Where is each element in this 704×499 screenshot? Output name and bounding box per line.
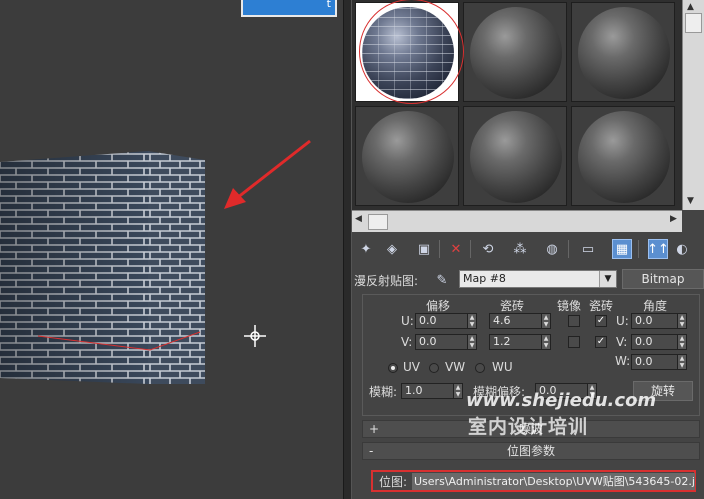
v-offset-value: 0.0 [419, 335, 437, 348]
highlight-circle [359, 0, 464, 104]
vw-label: VW [445, 360, 466, 374]
bitmap-params-collapse-icon[interactable]: - [369, 443, 373, 459]
w-angle-spinner[interactable]: 0.0 ▲ ▼ [631, 354, 687, 370]
v-angle-label: V: [616, 335, 628, 349]
blur-spinner[interactable]: 1.0 ▲ ▼ [401, 383, 463, 399]
u-offset-spinner[interactable]: 0.0 ▲ ▼ [415, 313, 477, 329]
tiling-header: 瓷砖 [500, 299, 525, 313]
u-tile-checkbox[interactable]: ✓ [595, 315, 607, 327]
move-cursor-icon [244, 325, 266, 347]
brick-side-face [148, 151, 205, 384]
put-to-library-icon[interactable]: ⁂ [510, 239, 530, 259]
panel-divider[interactable] [343, 0, 352, 499]
put-to-scene-icon[interactable]: ◈ [382, 239, 402, 259]
red-arrow-head [224, 188, 246, 209]
vertical-scroll-thumb[interactable] [685, 13, 702, 33]
delete-icon[interactable]: ✕ [446, 239, 466, 259]
material-slot-3[interactable] [571, 2, 675, 102]
red-arrow-shaft [236, 139, 311, 200]
offset-header: 偏移 [426, 299, 451, 313]
tile-header: 瓷砖 [589, 299, 614, 313]
material-toolbar: ✦ ◈ ▣ ✕ ⟲ ⁂ ◍ ▭ ▦ ↑↑ ◐ [352, 236, 704, 264]
bitmap-params-rollout-title: 位图参数 [506, 444, 555, 458]
map-type-button[interactable]: Bitmap [622, 269, 704, 289]
v-tiling-value: 1.2 [493, 335, 511, 348]
scroll-up-icon[interactable]: ▲ [687, 2, 694, 12]
v-angle-value: 0.0 [635, 335, 653, 348]
go-forward-icon[interactable]: ◐ [672, 239, 692, 259]
viewport-3d[interactable]: t [0, 0, 343, 499]
bitmap-path-button[interactable]: Users\Administrator\Desktop\UVW贴图\543645… [412, 473, 695, 490]
map-name-dropdown[interactable]: Map #8 ▼ [459, 270, 617, 288]
v-tiling-spinner[interactable]: 1.2 ▲ ▼ [489, 334, 551, 350]
material-slot-5[interactable] [463, 106, 567, 206]
slots-vertical-scrollbar[interactable]: ▲ ▼ [682, 0, 704, 210]
noise-expand-icon[interactable]: + [369, 421, 379, 437]
v-tile-checkbox[interactable]: ✓ [595, 336, 607, 348]
blur-label: 模糊: [369, 385, 398, 399]
horizontal-scroll-thumb[interactable] [368, 214, 388, 230]
uv-label: UV [403, 360, 420, 374]
w-angle-label: W: [615, 354, 631, 368]
angle-header: 角度 [643, 299, 668, 313]
make-unique-icon[interactable]: ⟲ [478, 239, 498, 259]
get-material-icon[interactable]: ✦ [356, 239, 376, 259]
v-angle-spinner[interactable]: 0.0 ▲ ▼ [631, 334, 687, 350]
u-angle-spinner[interactable]: 0.0 ▲ ▼ [631, 313, 687, 329]
u-tiling-spinner[interactable]: 4.6 ▲ ▼ [489, 313, 551, 329]
bitmap-params-rollout[interactable]: - 位图参数 [362, 442, 700, 460]
scroll-right-icon[interactable]: ▶ [670, 214, 677, 224]
wu-radio[interactable] [475, 363, 485, 373]
w-angle-value: 0.0 [635, 355, 653, 368]
blur-value: 1.0 [405, 384, 423, 397]
bitmap-path-label: 位图: [379, 475, 408, 489]
map-name-value: Map #8 [463, 272, 506, 285]
scroll-down-icon[interactable]: ▼ [687, 196, 694, 206]
vw-radio[interactable] [429, 363, 439, 373]
v-offset-spinner[interactable]: 0.0 ▲ ▼ [415, 334, 477, 350]
uv-radio[interactable] [388, 363, 398, 373]
u-tiling-value: 4.6 [493, 314, 511, 327]
assign-material-icon[interactable]: ▣ [414, 239, 434, 259]
watermark-text: 室内设计培训 [468, 416, 589, 438]
v-label: V: [401, 335, 413, 349]
material-slot-4[interactable] [355, 106, 459, 206]
pick-material-eyedropper-icon[interactable]: ✎ [432, 270, 452, 290]
show-end-result-icon[interactable]: ▦ [612, 239, 632, 259]
wu-label: WU [492, 360, 513, 374]
show-map-icon[interactable]: ▭ [578, 239, 598, 259]
slots-horizontal-scrollbar[interactable]: ◀ ▶ [352, 210, 682, 232]
v-mirror-checkbox[interactable] [568, 336, 580, 348]
material-id-icon[interactable]: ◍ [542, 239, 562, 259]
watermark-url: www.shejiedu.com [466, 390, 657, 411]
u-label: U: [401, 314, 414, 328]
dropdown-arrow-icon[interactable]: ▼ [599, 271, 616, 287]
brick-box-object[interactable] [0, 0, 343, 499]
u-angle-label: U: [616, 314, 629, 328]
u-offset-value: 0.0 [419, 314, 437, 327]
u-angle-value: 0.0 [635, 314, 653, 327]
material-slots [352, 0, 682, 210]
material-slot-2[interactable] [463, 2, 567, 102]
go-to-parent-icon[interactable]: ↑↑ [647, 239, 669, 259]
diffuse-map-label: 漫反射贴图: [354, 273, 419, 288]
material-slot-6[interactable] [571, 106, 675, 206]
mirror-header: 镜像 [557, 299, 582, 313]
u-mirror-checkbox[interactable] [568, 315, 580, 327]
scroll-left-icon[interactable]: ◀ [355, 214, 362, 224]
